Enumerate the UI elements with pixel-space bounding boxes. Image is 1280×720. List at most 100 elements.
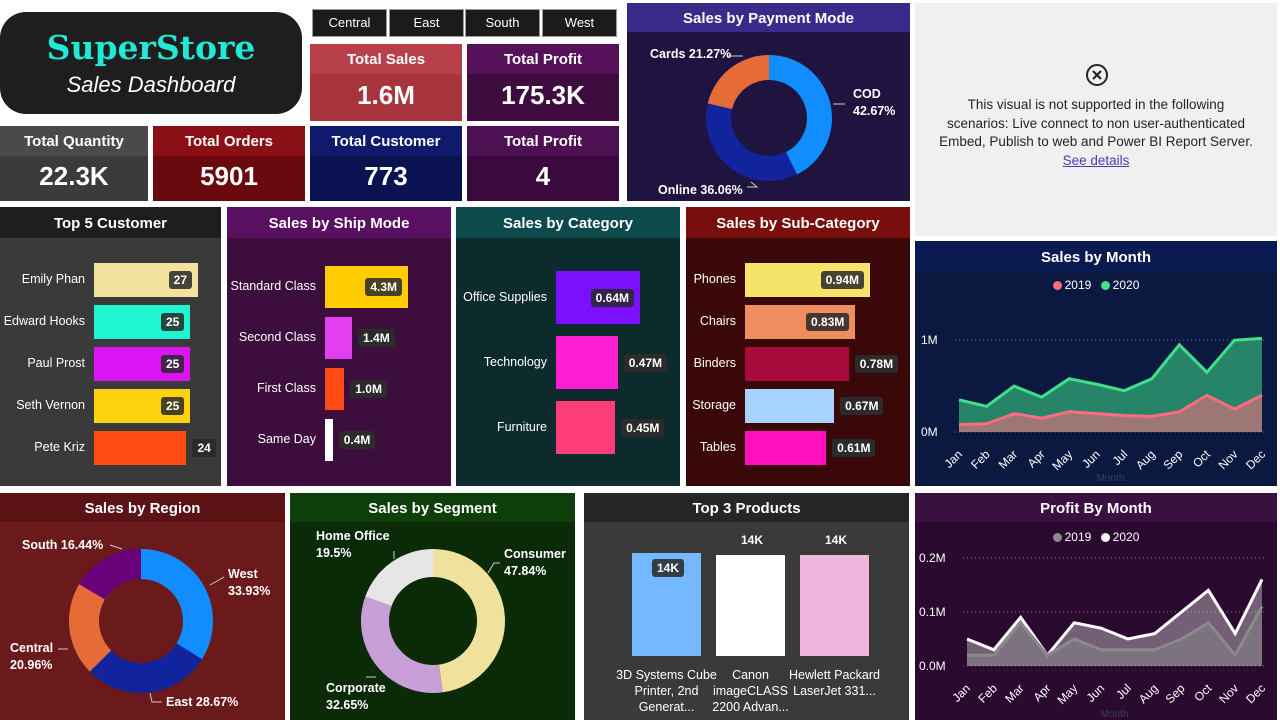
unsupported-visual-message: This visual is not supported in the foll… bbox=[939, 97, 1253, 149]
kpi-total-customer-label: Total Customer bbox=[331, 133, 441, 150]
kpi-total-profit-top-label: Total Profit bbox=[503, 51, 583, 68]
undefined-y-tick: 0.1M bbox=[919, 605, 946, 619]
bar-value-same-day: 0.4M bbox=[338, 431, 376, 449]
bar-second-class bbox=[325, 317, 353, 359]
leader-line-west bbox=[209, 576, 225, 586]
slice-label-cards: Cards 21.27% bbox=[650, 47, 731, 61]
undefined-x-tick-nov: Nov bbox=[1216, 681, 1241, 706]
bar-category-same-day: Same Day bbox=[257, 432, 316, 446]
slice-label-consumer: Consumer bbox=[504, 547, 566, 561]
kpi-total-quantity-label: Total Quantity bbox=[24, 133, 124, 150]
slice-consumer bbox=[433, 549, 505, 693]
category-card: Sales by Category Office Supplies 0.64M Te… bbox=[456, 207, 680, 486]
region-filter-south[interactable]: South bbox=[465, 9, 540, 37]
kpi-total-orders: Total Orders 5901 bbox=[153, 126, 305, 201]
undefined-y-tick: 1M bbox=[921, 333, 938, 347]
undefined-x-tick-oct: Oct bbox=[1191, 681, 1215, 705]
slice-online bbox=[706, 103, 798, 181]
leader-line-consumer bbox=[487, 562, 500, 574]
undefined-x-axis-title: Month bbox=[1097, 473, 1125, 484]
ship-mode-chart: Standard Class 4.3M Second Class 1.4M First … bbox=[227, 207, 451, 486]
undefined-x-axis-title: Month bbox=[1101, 709, 1129, 720]
bar-category-first-class: First Class bbox=[256, 381, 316, 395]
undefined-x-tick-sep: Sep bbox=[1160, 447, 1185, 472]
undefined-x-tick-oct: Oct bbox=[1190, 447, 1214, 471]
kpi-total-sales: Total Sales 1.6M bbox=[310, 44, 462, 121]
segment-donut-chart: Consumer 47.84% Corporate 32.65% Home Office… bbox=[316, 529, 566, 712]
profit-month-card: Profit By Month 2019 2020 0.0M 0.1M 0.2M Ja… bbox=[915, 493, 1277, 720]
undefined-x-tick-feb: Feb bbox=[975, 681, 1000, 706]
undefined-x-tick-dec: Dec bbox=[1243, 681, 1268, 706]
brand-title: SuperStore bbox=[46, 28, 256, 67]
profit-month-area-chart: 0.0M 0.1M 0.2M Jan Feb Mar Apr May Jun Jul Aug Sep O… bbox=[919, 551, 1268, 720]
undefined-x-tick-apr: Apr bbox=[1030, 681, 1053, 704]
see-details-link[interactable]: See details bbox=[1063, 153, 1130, 168]
undefined-x-tick-apr: Apr bbox=[1025, 447, 1048, 470]
slice-label-corporate: 32.65% bbox=[326, 698, 368, 712]
slice-label-west: West bbox=[228, 567, 258, 581]
bar-category-furniture: Furniture bbox=[496, 419, 547, 434]
ship-mode-card: Sales by Ship Mode Standard Class 4.3M Sec… bbox=[227, 207, 451, 486]
bar-storage bbox=[745, 389, 835, 423]
brand-card: SuperStore Sales Dashboard bbox=[0, 12, 302, 114]
bar-category-pete-kriz: Pete Kriz bbox=[34, 440, 85, 454]
bar-category-phones: Phones bbox=[693, 272, 736, 286]
undefined-x-tick-jun: Jun bbox=[1084, 681, 1108, 705]
bar-value-first-class: 1.0M bbox=[350, 380, 387, 398]
region-filter-central[interactable]: Central bbox=[312, 9, 387, 37]
bar-value-edward-hooks: 25 bbox=[160, 313, 185, 331]
undefined-x-tick-sep: Sep bbox=[1163, 681, 1188, 706]
region-card: Sales by Region West 33.93% East 28.67% Cen… bbox=[0, 493, 285, 720]
sub-category-card: Sales by Sub-Category Phones 0.94M Chairs 0… bbox=[686, 207, 910, 486]
bar-category-binders: Binders bbox=[693, 356, 736, 370]
payment-mode-card: Sales by Payment Mode COD 42.67% Online 36… bbox=[627, 3, 910, 201]
bar-category-storage: Storage bbox=[692, 398, 736, 412]
region-donut-chart: West 33.93% East 28.67% Central 20.96% South … bbox=[10, 538, 270, 709]
undefined-y-tick: 0M bbox=[921, 425, 938, 439]
slice-label-south: South 16.44% bbox=[22, 538, 103, 552]
kpi-total-profit-bottom: Total Profit 4 bbox=[467, 126, 619, 201]
bar-category-edward-hooks: Edward Hooks bbox=[3, 314, 85, 328]
undefined-x-tick-nov: Nov bbox=[1216, 447, 1241, 472]
bar-category-product-3: Hewlett Packard LaserJet 331... bbox=[788, 668, 880, 698]
kpi-total-sales-label: Total Sales bbox=[346, 51, 426, 68]
bar-value-pete-kriz: 24 bbox=[192, 439, 216, 457]
bar-tables bbox=[745, 431, 827, 465]
undefined-x-tick-mar: Mar bbox=[1002, 681, 1027, 706]
undefined-x-tick-jan: Jan bbox=[942, 447, 966, 471]
bar-pete-kriz bbox=[94, 431, 187, 465]
bar-product-3 bbox=[800, 555, 869, 656]
unsupported-visual-text: This visual is not supported in the foll… bbox=[937, 96, 1255, 170]
bar-value-storage: 0.67M bbox=[840, 397, 884, 415]
undefined-y-tick: 0.2M bbox=[919, 551, 946, 565]
region-filter-west[interactable]: West bbox=[542, 9, 617, 37]
bar-same-day bbox=[325, 419, 333, 461]
leader-line-east bbox=[149, 692, 162, 703]
bar-category-emily-phan: Emily Phan bbox=[21, 272, 85, 286]
slice-label-cod: 42.67% bbox=[853, 104, 895, 118]
brand-subtitle: Sales Dashboard bbox=[66, 72, 236, 97]
bar-value-standard-class: 4.3M bbox=[365, 278, 402, 296]
bar-value-phones: 0.94M bbox=[820, 271, 864, 289]
region-filter-east[interactable]: East bbox=[389, 9, 464, 37]
bar-value-seth-vernon: 25 bbox=[160, 397, 185, 415]
slice-label-home-office: Home Office bbox=[316, 529, 390, 543]
bar-category-office-supplies: Office Supplies bbox=[463, 289, 547, 304]
bar-value-paul-prost: 25 bbox=[160, 355, 185, 373]
slice-label-central: 20.96% bbox=[10, 658, 52, 672]
slice-label-home-office: 19.5% bbox=[316, 546, 351, 560]
bar-value-office-supplies: 0.64M bbox=[590, 288, 634, 307]
bar-category-standard-class: Standard Class bbox=[230, 279, 316, 293]
bar-category-seth-vernon: Seth Vernon bbox=[16, 398, 85, 412]
undefined-x-tick-jul: Jul bbox=[1110, 447, 1131, 468]
bar-category-tables: Tables bbox=[699, 440, 736, 454]
slice-corporate bbox=[361, 596, 443, 693]
slice-west bbox=[141, 549, 213, 660]
kpi-total-profit-top: Total Profit 175.3K bbox=[467, 44, 619, 121]
undefined-x-tick-mar: Mar bbox=[996, 447, 1021, 472]
top-products-card: Top 3 Products 14K 3D Systems Cube Printe… bbox=[584, 493, 909, 720]
bar-value-product-1: 14K bbox=[652, 559, 685, 577]
kpi-total-customer: Total Customer 773 bbox=[310, 126, 462, 201]
bar-value-binders: 0.78M bbox=[854, 355, 899, 373]
undefined-x-tick-feb: Feb bbox=[968, 447, 993, 472]
